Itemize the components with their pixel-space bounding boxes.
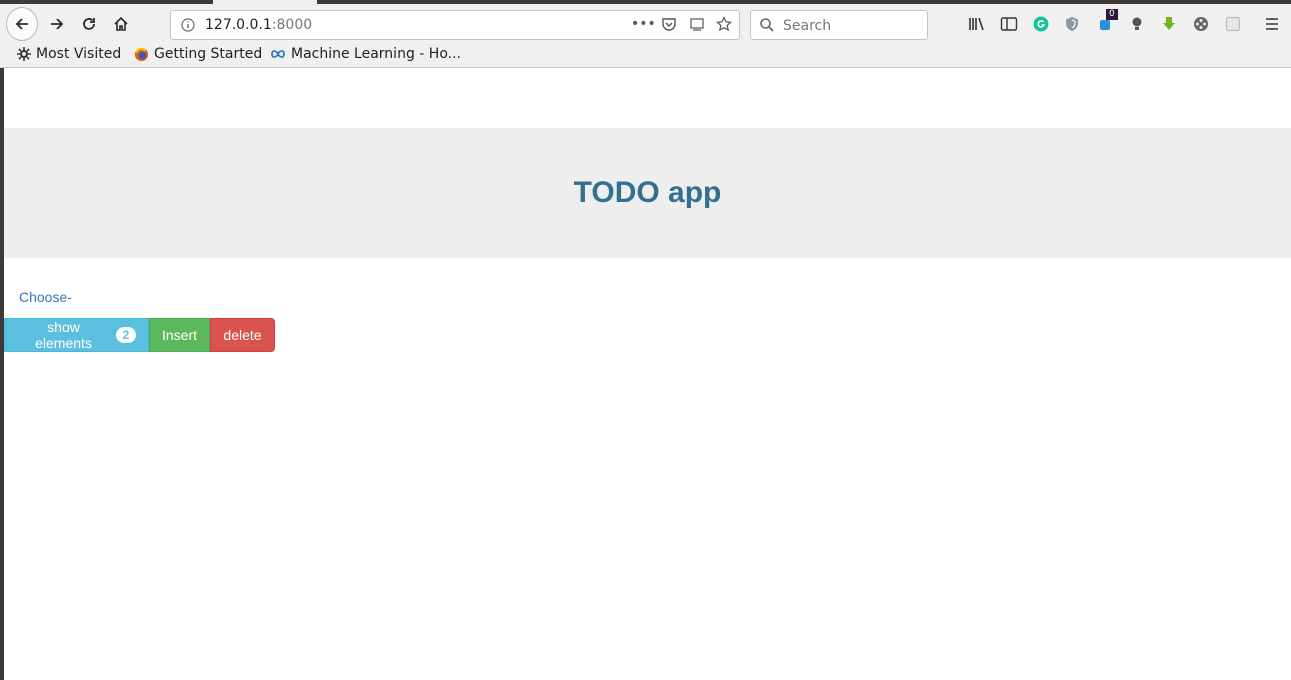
download-icon[interactable]	[1159, 14, 1179, 34]
url-host: 127.0.0.1	[205, 17, 272, 33]
url-text[interactable]: 127.0.0.1:8000	[205, 17, 312, 33]
bookmark-machine-learning[interactable]: Machine Learning - Ho...	[270, 46, 461, 62]
info-icon[interactable]	[181, 17, 195, 36]
search-input[interactable]	[781, 15, 925, 37]
extension-badge-icon[interactable]: 0	[1095, 9, 1118, 34]
bookmark-label: Getting Started	[154, 46, 263, 62]
delete-button[interactable]: delete	[210, 318, 275, 352]
bookmark-label: Most Visited	[36, 46, 122, 62]
library-icon[interactable]	[967, 14, 987, 34]
reload-icon	[83, 18, 95, 30]
lightbulb-icon[interactable]	[1127, 14, 1147, 34]
firefox-icon	[134, 47, 149, 61]
hamburger-menu-icon[interactable]	[1262, 14, 1282, 34]
bookmark-label: Machine Learning - Ho...	[291, 46, 461, 62]
grammarly-icon[interactable]	[1031, 14, 1051, 34]
pocket-icon[interactable]	[661, 16, 677, 36]
show-elements-button[interactable]: show elements 2	[4, 318, 149, 352]
element-count-badge: 2	[116, 327, 136, 343]
insert-button[interactable]: Insert	[149, 318, 210, 352]
extension-grid-icon[interactable]	[1223, 14, 1243, 34]
forward-button[interactable]	[41, 4, 73, 44]
reload-button[interactable]	[73, 4, 105, 44]
gear-icon	[17, 47, 31, 61]
page-title: TODO app	[573, 176, 722, 209]
show-elements-label: show elements	[35, 319, 92, 351]
bookmark-getting-started[interactable]: Getting Started	[134, 46, 262, 62]
bookmarks-toolbar: Most Visited Getting Started Machine Lea…	[0, 44, 1291, 68]
url-port: :8000	[271, 17, 313, 33]
action-button-group: show elements 2 Insert delete	[4, 318, 275, 352]
bookmark-most-visited[interactable]: Most Visited	[17, 46, 121, 62]
header-jumbotron: TODO app	[4, 128, 1291, 258]
shield-icon[interactable]	[1062, 14, 1082, 34]
bookmark-star-icon[interactable]	[716, 16, 732, 36]
sidebar-icon[interactable]	[999, 14, 1019, 34]
screenshot-icon[interactable]	[689, 16, 705, 36]
choose-label[interactable]: Choose-	[19, 289, 72, 305]
extension-badge-count: 0	[1106, 9, 1118, 20]
browser-toolbar: 127.0.0.1:8000 ••• 0	[0, 4, 1291, 44]
back-button[interactable]	[6, 4, 38, 44]
arrow-right-icon	[51, 18, 64, 30]
home-icon	[114, 16, 128, 31]
page-content: TODO app Choose- show elements 2 Insert …	[4, 68, 1291, 680]
arrow-left-icon	[15, 18, 28, 30]
infinity-icon	[271, 50, 285, 58]
address-bar[interactable]: 127.0.0.1:8000 •••	[170, 10, 740, 40]
film-reel-icon[interactable]	[1191, 14, 1211, 34]
home-button[interactable]	[105, 4, 137, 44]
search-icon	[759, 17, 775, 37]
search-bar[interactable]	[750, 10, 928, 40]
page-actions-icon[interactable]: •••	[631, 16, 656, 32]
